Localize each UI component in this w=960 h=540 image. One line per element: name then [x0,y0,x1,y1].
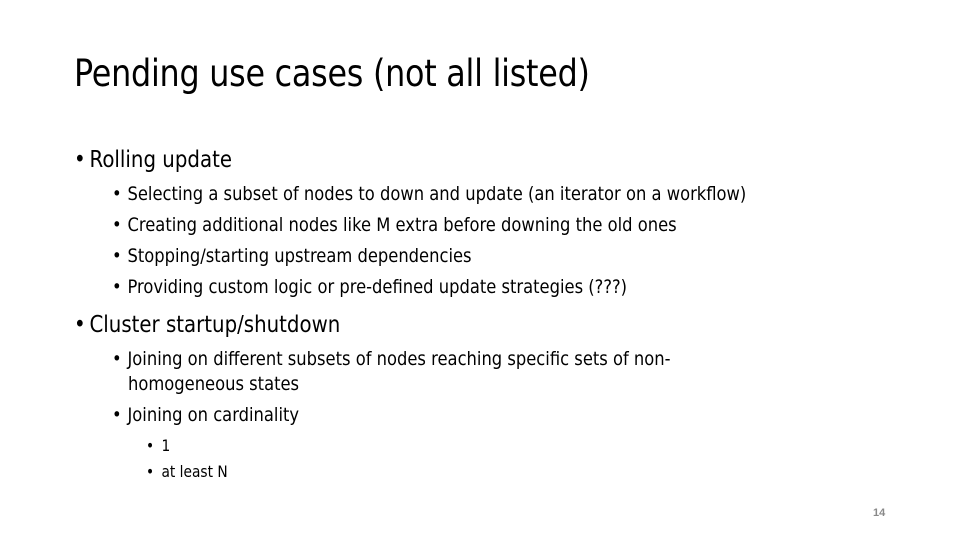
sub-bullet: • Stopping/starting upstream dependencies [112,245,472,267]
bullet-icon: • [112,276,122,298]
bullet-text: Selecting a subset of nodes to down and … [127,183,747,205]
bullet-icon: • [74,147,86,173]
bullet-label: Cluster startup/shutdown [89,312,341,338]
sub-bullet: • Selecting a subset of nodes to down and… [112,183,746,205]
bullet-icon: • [74,312,86,338]
bullet-text: Providing custom logic or pre-defined up… [127,276,628,298]
sub-bullet: • Providing custom logic or pre-defined u… [112,276,627,298]
sub-bullet: • Creating additional nodes like M extra … [112,214,677,236]
sub-bullet: • Joining on different subsets of nodes r… [112,348,671,370]
bullet-icon: • [112,183,122,205]
bullet-text: 1 [161,436,171,455]
bullet-icon: • [112,404,122,426]
bullet-rolling-update: • Rolling update [74,147,232,173]
bullet-text: Creating additional nodes like M extra b… [127,214,677,236]
bullet-icon: • [146,462,155,481]
sub-sub-bullet: • 1 [146,436,170,455]
bullet-icon: • [146,436,155,455]
bullet-icon: • [112,214,122,236]
sub-bullet: • Joining on cardinality [112,404,299,426]
bullet-text: Joining on cardinality [127,404,300,426]
sub-bullet-continuation: homogeneous states [128,373,299,395]
sub-sub-bullet: • at least N [146,462,228,481]
bullet-icon: • [112,245,122,267]
bullet-cluster-startup: • Cluster startup/shutdown [74,312,340,338]
bullet-text: Stopping/starting upstream dependencies [127,245,472,267]
bullet-icon: • [112,348,122,370]
slide-title: Pending use cases (not all listed) [74,52,590,95]
page-number: 14 [873,507,886,519]
bullet-text: homogeneous states [128,373,300,395]
bullet-label: Rolling update [89,147,232,173]
bullet-text: at least N [161,462,228,481]
bullet-text: Joining on different subsets of nodes re… [127,348,671,370]
